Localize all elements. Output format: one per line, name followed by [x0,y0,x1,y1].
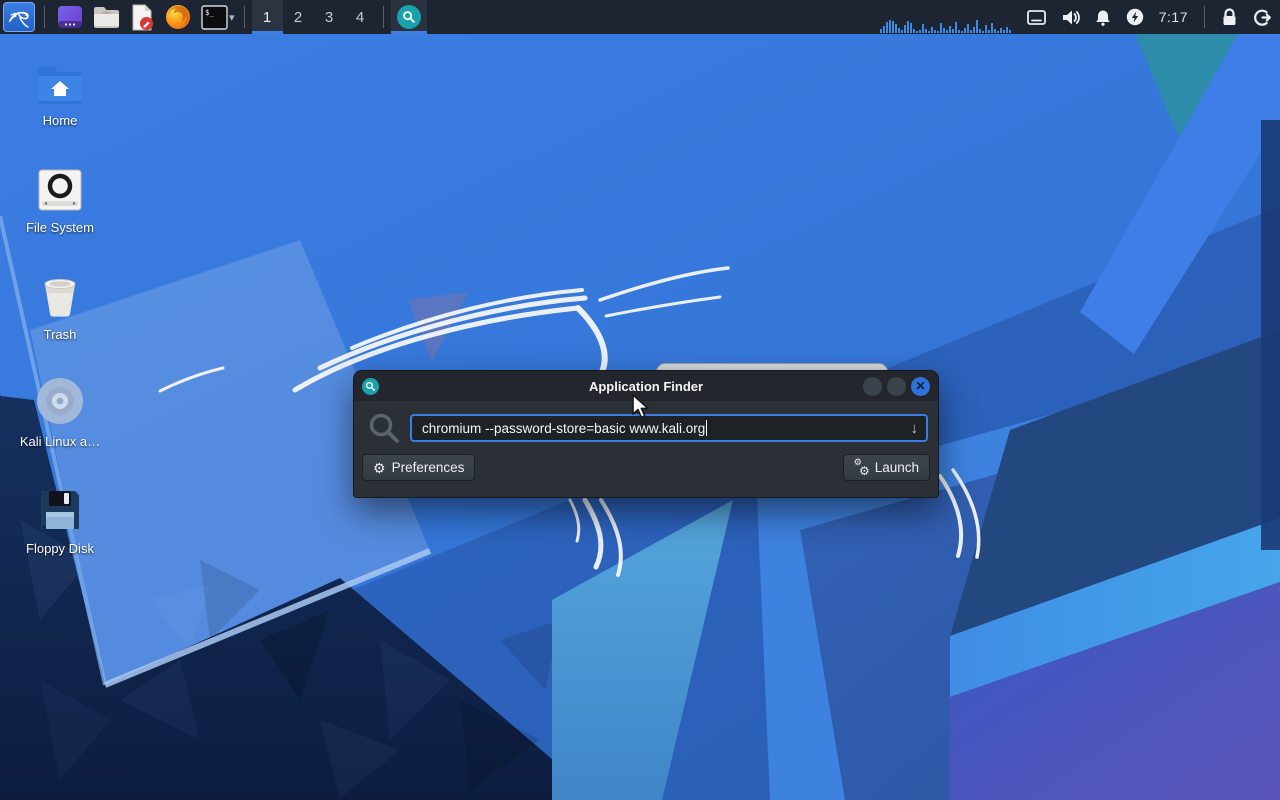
desktop-icon-label: Home [43,113,78,128]
appfinder-task-icon [397,5,421,29]
maximize-button[interactable] [887,377,906,396]
close-button[interactable]: ✕ [911,377,930,396]
top-panel: $_ ▾ 1 2 3 4 [0,0,1280,34]
terminal-icon: $_ [201,5,228,30]
desktop-icon-label: Floppy Disk [26,541,94,556]
home-folder-icon [36,54,84,104]
minimize-button[interactable] [863,377,882,396]
text-caret [706,420,707,436]
firefox-icon [165,4,191,30]
drive-icon [38,161,82,211]
preferences-button[interactable]: ⚙ Preferences [362,454,475,481]
command-input[interactable]: chromium --password-store=basic www.kali… [410,414,928,442]
search-icon [368,412,400,444]
launch-label: Launch [875,460,919,475]
workspace-4[interactable]: 4 [345,0,376,34]
text-editor-icon [129,4,155,31]
cpu-graph[interactable] [880,0,1012,34]
launch-gears-icon: ⚙ ⚙ [854,460,869,475]
window-switcher-icon [57,4,83,30]
keyboard-indicator-icon[interactable] [1027,10,1046,25]
desktop-icon-label: Kali Linux a… [20,434,100,449]
launcher-window-switcher[interactable] [55,2,85,32]
kali-logo-icon [7,6,31,28]
workspace-1[interactable]: 1 [252,0,283,34]
application-finder-window: Application Finder ✕ chromium --password… [353,370,939,498]
launcher-file-manager[interactable] [91,2,121,32]
trash-icon [39,268,81,318]
kali-menu-button[interactable] [3,2,35,32]
appfinder-window-icon [362,378,379,395]
cd-disc-icon [36,375,84,425]
command-text: chromium --password-store=basic www.kali… [422,421,705,436]
floppy-disk-icon [38,482,82,532]
launcher-firefox[interactable] [163,2,193,32]
file-manager-icon [93,5,120,29]
clock[interactable]: 7:17 [1159,9,1188,25]
taskbar-appfinder-button[interactable] [391,0,427,34]
launcher-text-editor[interactable] [127,2,157,32]
volume-icon[interactable] [1061,9,1080,26]
panel-separator [383,6,384,28]
panel-separator [44,6,45,28]
launch-button[interactable]: ⚙ ⚙ Launch [843,454,930,481]
desktop-icon-home[interactable]: Home [12,54,108,154]
history-dropdown-arrow[interactable]: ↓ [911,421,919,436]
lock-icon[interactable] [1221,8,1238,26]
chevron-down-icon[interactable]: ▾ [229,11,235,24]
notifications-bell-icon[interactable] [1095,9,1111,26]
desktop-icon-trash[interactable]: Trash [12,268,108,368]
launcher-terminal[interactable]: $_ [199,2,229,32]
preferences-label: Preferences [392,460,465,475]
desktop-icon-kali-cd[interactable]: Kali Linux a… [12,375,108,475]
svg-text:$_: $_ [205,8,215,17]
panel-separator [1204,6,1205,28]
kali-desktop: Home File System Trash [0,0,1280,800]
gear-icon: ⚙ [373,461,386,475]
logout-icon[interactable] [1253,8,1272,27]
window-title: Application Finder [354,379,938,394]
workspace-3[interactable]: 3 [314,0,345,34]
desktop-icon-label: File System [26,220,94,235]
power-manager-icon[interactable] [1126,8,1144,26]
mouse-cursor [631,394,653,420]
desktop-icon-label: Trash [44,327,77,342]
workspace-2[interactable]: 2 [283,0,314,34]
panel-separator [244,6,245,28]
desktop-icon-file-system[interactable]: File System [12,161,108,261]
desktop-icon-floppy[interactable]: Floppy Disk [12,482,108,582]
workspace-pager: 1 2 3 4 [252,0,376,34]
